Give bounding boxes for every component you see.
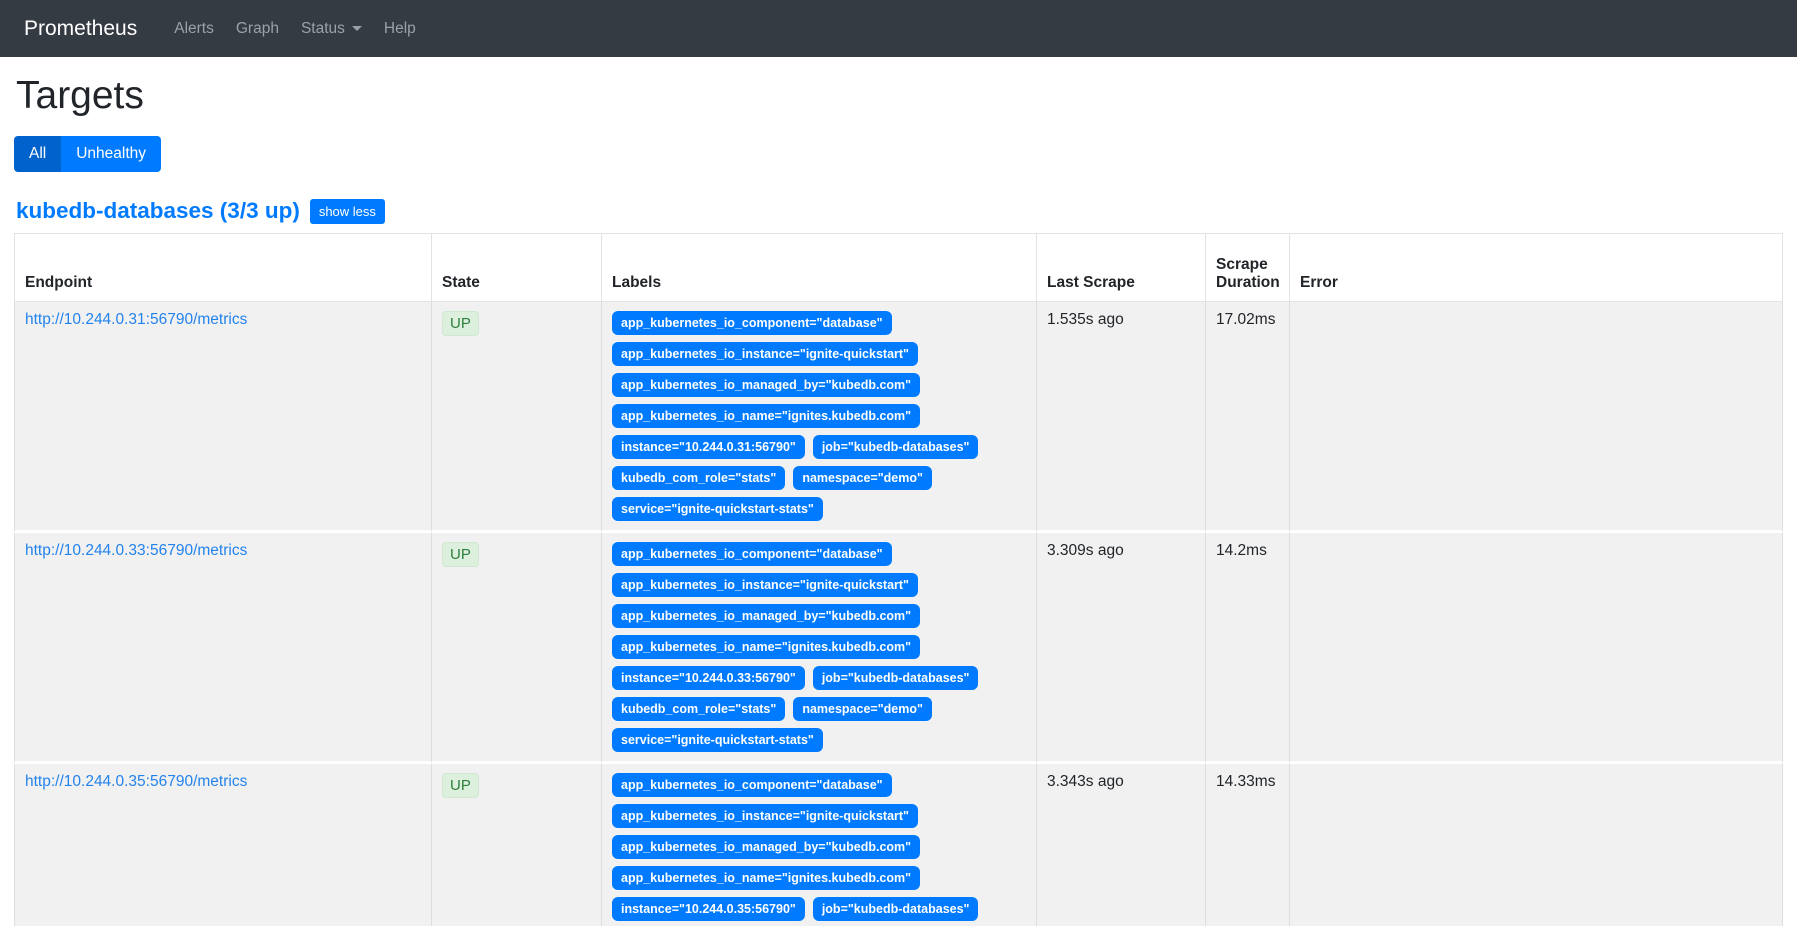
column-header-last-scrape: Last Scrape: [1037, 233, 1206, 302]
label-badge[interactable]: job="kubedb-databases": [813, 897, 979, 921]
column-header-endpoint: Endpoint: [14, 233, 432, 302]
filter-unhealthy-button[interactable]: Unhealthy: [61, 136, 161, 172]
label-badge[interactable]: kubedb_com_role="stats": [612, 466, 785, 490]
label-badge[interactable]: instance="10.244.0.35:56790": [612, 897, 805, 921]
state-badge: UP: [442, 311, 479, 336]
state-cell: UP: [432, 764, 602, 926]
labels-cell: app_kubernetes_io_component="database"ap…: [602, 764, 1037, 926]
label-badge[interactable]: app_kubernetes_io_managed_by="kubedb.com…: [612, 835, 920, 859]
filter-all-button[interactable]: All: [14, 136, 61, 172]
job-header: kubedb-databases (3/3 up) show less: [16, 198, 1783, 224]
label-badge[interactable]: app_kubernetes_io_instance="ignite-quick…: [612, 573, 918, 597]
page-title: Targets: [16, 74, 1783, 118]
brand-link[interactable]: Prometheus: [24, 17, 137, 41]
table-row: http://10.244.0.31:56790/metrics UP app_ku…: [14, 302, 1783, 533]
label-badge[interactable]: job="kubedb-databases": [813, 666, 979, 690]
column-header-state: State: [432, 233, 602, 302]
state-badge: UP: [442, 773, 479, 798]
state-cell: UP: [432, 533, 602, 764]
endpoint-link[interactable]: http://10.244.0.35:56790/metrics: [25, 773, 247, 790]
label-badge[interactable]: app_kubernetes_io_component="database": [612, 542, 892, 566]
endpoint-link[interactable]: http://10.244.0.33:56790/metrics: [25, 542, 247, 559]
last-scrape-cell: 3.343s ago: [1037, 764, 1206, 926]
job-title-link[interactable]: kubedb-databases (3/3 up): [16, 198, 300, 224]
nav-item-graph[interactable]: Graph: [225, 12, 290, 46]
nav-item-alerts[interactable]: Alerts: [163, 12, 225, 46]
error-cell: [1290, 302, 1783, 533]
endpoint-cell: http://10.244.0.35:56790/metrics: [14, 764, 432, 926]
label-badge[interactable]: app_kubernetes_io_instance="ignite-quick…: [612, 342, 918, 366]
state-badge: UP: [442, 542, 479, 567]
nav-item-status[interactable]: Status: [290, 12, 373, 46]
labels-list: app_kubernetes_io_component="database"ap…: [612, 542, 1026, 752]
endpoint-cell: http://10.244.0.31:56790/metrics: [14, 302, 432, 533]
nav-item-help[interactable]: Help: [373, 12, 427, 46]
main-content: Targets All Unhealthy kubedb-databases (…: [0, 74, 1797, 926]
label-badge[interactable]: app_kubernetes_io_component="database": [612, 311, 892, 335]
table-row: http://10.244.0.33:56790/metrics UP app_ku…: [14, 533, 1783, 764]
chevron-down-icon: [352, 26, 362, 31]
table-row: http://10.244.0.35:56790/metrics UP app_ku…: [14, 764, 1783, 926]
label-badge[interactable]: namespace="demo": [793, 466, 932, 490]
label-badge[interactable]: app_kubernetes_io_name="ignites.kubedb.c…: [612, 866, 920, 890]
label-badge[interactable]: service="ignite-quickstart-stats": [612, 497, 823, 521]
label-badge[interactable]: app_kubernetes_io_managed_by="kubedb.com…: [612, 373, 920, 397]
labels-cell: app_kubernetes_io_component="database"ap…: [602, 302, 1037, 533]
label-badge[interactable]: instance="10.244.0.31:56790": [612, 435, 805, 459]
error-cell: [1290, 533, 1783, 764]
labels-list: app_kubernetes_io_component="database"ap…: [612, 311, 1026, 521]
column-header-error: Error: [1290, 233, 1783, 302]
endpoint-link[interactable]: http://10.244.0.31:56790/metrics: [25, 311, 247, 328]
scrape-duration-cell: 17.02ms: [1206, 302, 1290, 533]
label-badge[interactable]: namespace="demo": [793, 697, 932, 721]
label-badge[interactable]: app_kubernetes_io_managed_by="kubedb.com…: [612, 604, 920, 628]
label-badge[interactable]: instance="10.244.0.33:56790": [612, 666, 805, 690]
labels-list: app_kubernetes_io_component="database"ap…: [612, 773, 1026, 926]
label-badge[interactable]: kubedb_com_role="stats": [612, 697, 785, 721]
top-navbar: Prometheus AlertsGraphStatusHelp: [0, 0, 1797, 57]
label-badge[interactable]: app_kubernetes_io_component="database": [612, 773, 892, 797]
table-header-row: EndpointStateLabelsLast ScrapeScrape Dur…: [14, 233, 1783, 302]
targets-table: EndpointStateLabelsLast ScrapeScrape Dur…: [14, 233, 1783, 926]
prometheus-targets-page: Prometheus AlertsGraphStatusHelp Targets…: [0, 0, 1797, 926]
scrape-duration-cell: 14.2ms: [1206, 533, 1290, 764]
error-cell: [1290, 764, 1783, 926]
state-cell: UP: [432, 302, 602, 533]
label-badge[interactable]: service="ignite-quickstart-stats": [612, 728, 823, 752]
column-header-scrape-duration: Scrape Duration: [1206, 233, 1290, 302]
scrape-duration-cell: 14.33ms: [1206, 764, 1290, 926]
show-less-button[interactable]: show less: [310, 199, 385, 224]
label-badge[interactable]: app_kubernetes_io_name="ignites.kubedb.c…: [612, 404, 920, 428]
last-scrape-cell: 1.535s ago: [1037, 302, 1206, 533]
state-filter-group: All Unhealthy: [14, 136, 161, 172]
navbar-menu: AlertsGraphStatusHelp: [163, 12, 427, 46]
labels-cell: app_kubernetes_io_component="database"ap…: [602, 533, 1037, 764]
label-badge[interactable]: job="kubedb-databases": [813, 435, 979, 459]
endpoint-cell: http://10.244.0.33:56790/metrics: [14, 533, 432, 764]
column-header-labels: Labels: [602, 233, 1037, 302]
label-badge[interactable]: app_kubernetes_io_name="ignites.kubedb.c…: [612, 635, 920, 659]
label-badge[interactable]: app_kubernetes_io_instance="ignite-quick…: [612, 804, 918, 828]
last-scrape-cell: 3.309s ago: [1037, 533, 1206, 764]
